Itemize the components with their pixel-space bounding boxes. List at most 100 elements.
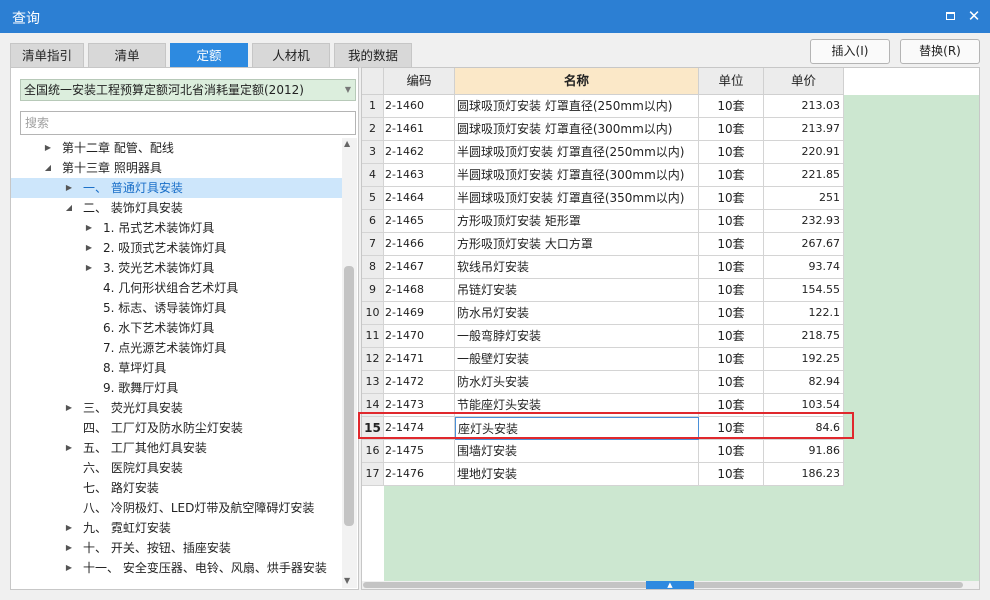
name-cell[interactable]: 一般壁灯安装	[455, 348, 699, 371]
expanded-arrow-icon[interactable]: ◢	[43, 158, 53, 178]
code-cell[interactable]: 2-1475	[384, 440, 455, 463]
row-number[interactable]: 13	[362, 371, 384, 394]
tree-item[interactable]: 6. 水下艺术装饰灯具	[11, 318, 342, 338]
row-number[interactable]: 9	[362, 279, 384, 302]
unit-cell[interactable]: 10套	[699, 118, 764, 141]
price-cell[interactable]: 232.93	[764, 210, 844, 233]
unit-cell[interactable]: 10套	[699, 187, 764, 210]
unit-cell[interactable]: 10套	[699, 371, 764, 394]
unit-cell[interactable]: 10套	[699, 256, 764, 279]
name-cell[interactable]: 半圆球吸顶灯安装 灯罩直径(250mm以内)	[455, 141, 699, 164]
header-unit[interactable]: 单位	[699, 68, 764, 95]
name-cell[interactable]: 埋地灯安装	[455, 463, 699, 486]
name-cell[interactable]: 半圆球吸顶灯安装 灯罩直径(350mm以内)	[455, 187, 699, 210]
collapsed-arrow-icon[interactable]: ▶	[64, 518, 74, 538]
name-cell[interactable]: 圆球吸顶灯安装 灯罩直径(300mm以内)	[455, 118, 699, 141]
code-cell[interactable]: 2-1461	[384, 118, 455, 141]
table-row[interactable]: 1 2-1460 圆球吸顶灯安装 灯罩直径(250mm以内) 10套 213.03	[362, 95, 844, 118]
search-input[interactable]: 搜索	[20, 111, 356, 135]
library-select[interactable]: 全国统一安装工程预算定额河北省消耗量定额(2012) ▼	[20, 79, 356, 101]
code-cell[interactable]: 2-1468	[384, 279, 455, 302]
code-cell[interactable]: 2-1470	[384, 325, 455, 348]
tree-item[interactable]: ▶ 九、 霓虹灯安装	[11, 518, 342, 538]
row-number[interactable]: 7	[362, 233, 384, 256]
name-cell[interactable]: 吊链灯安装	[455, 279, 699, 302]
name-cell[interactable]: 一般弯脖灯安装	[455, 325, 699, 348]
table-row[interactable]: 5 2-1464 半圆球吸顶灯安装 灯罩直径(350mm以内) 10套 251	[362, 187, 844, 210]
collapsed-arrow-icon[interactable]: ▶	[84, 258, 94, 278]
tree-item[interactable]: 7. 点光源艺术装饰灯具	[11, 338, 342, 358]
name-cell[interactable]: 软线吊灯安装	[455, 256, 699, 279]
row-number[interactable]: 3	[362, 141, 384, 164]
tab-list[interactable]: 清单	[88, 43, 166, 68]
unit-cell[interactable]: 10套	[699, 233, 764, 256]
table-row[interactable]: 2 2-1461 圆球吸顶灯安装 灯罩直径(300mm以内) 10套 213.97	[362, 118, 844, 141]
price-cell[interactable]: 186.23	[764, 463, 844, 486]
row-number[interactable]: 1	[362, 95, 384, 118]
scrollbar-thumb[interactable]	[344, 266, 354, 526]
collapse-toggle-icon[interactable]: ▲	[646, 581, 694, 589]
unit-cell[interactable]: 10套	[699, 325, 764, 348]
collapsed-arrow-icon[interactable]: ▶	[64, 178, 74, 198]
collapsed-arrow-icon[interactable]: ▶	[43, 138, 53, 158]
price-cell[interactable]: 91.86	[764, 440, 844, 463]
name-cell[interactable]: 围墙灯安装	[455, 440, 699, 463]
tree-item[interactable]: ▶ 3. 荧光艺术装饰灯具	[11, 258, 342, 278]
scroll-up-icon[interactable]: ▲	[344, 139, 350, 148]
name-cell[interactable]: 方形吸顶灯安装 矩形罩	[455, 210, 699, 233]
tree-item[interactable]: 8. 草坪灯具	[11, 358, 342, 378]
insert-button[interactable]: 插入(I)	[810, 39, 890, 64]
collapsed-arrow-icon[interactable]: ▶	[64, 398, 74, 418]
price-cell[interactable]: 82.94	[764, 371, 844, 394]
replace-button[interactable]: 替换(R)	[900, 39, 980, 64]
collapsed-arrow-icon[interactable]: ▶	[84, 218, 94, 238]
tree-item[interactable]: ▶ 十一、 安全变压器、电铃、风扇、烘手器安装	[11, 558, 342, 578]
price-cell[interactable]: 221.85	[764, 164, 844, 187]
table-row[interactable]: 12 2-1471 一般壁灯安装 10套 192.25	[362, 348, 844, 371]
table-row[interactable]: 8 2-1467 软线吊灯安装 10套 93.74	[362, 256, 844, 279]
row-number[interactable]: 4	[362, 164, 384, 187]
table-horizontal-scrollbar[interactable]: ▲	[362, 581, 979, 589]
maximize-button[interactable]	[942, 8, 958, 24]
unit-cell[interactable]: 10套	[699, 141, 764, 164]
header-code[interactable]: 编码	[384, 68, 455, 95]
tree-item[interactable]: ▶ 五、 工厂其他灯具安装	[11, 438, 342, 458]
tree-item[interactable]: ◢ 第十三章 照明器具	[11, 158, 342, 178]
tab-labor-material[interactable]: 人材机	[252, 43, 330, 68]
unit-cell[interactable]: 10套	[699, 279, 764, 302]
tree-item[interactable]: 4. 几何形状组合艺术灯具	[11, 278, 342, 298]
unit-cell[interactable]: 10套	[699, 348, 764, 371]
row-number[interactable]: 6	[362, 210, 384, 233]
scroll-down-icon[interactable]: ▼	[344, 576, 350, 585]
name-cell[interactable]: 圆球吸顶灯安装 灯罩直径(250mm以内)	[455, 95, 699, 118]
code-cell[interactable]: 2-1465	[384, 210, 455, 233]
price-cell[interactable]: 93.74	[764, 256, 844, 279]
code-cell[interactable]: 2-1467	[384, 256, 455, 279]
tree-item[interactable]: ▶ 十、 开关、按钮、插座安装	[11, 538, 342, 558]
header-price[interactable]: 单价	[764, 68, 844, 95]
row-number[interactable]: 12	[362, 348, 384, 371]
tree-item[interactable]: 八、 冷阴极灯、LED灯带及航空障碍灯安装	[11, 498, 342, 518]
code-cell[interactable]: 2-1476	[384, 463, 455, 486]
code-cell[interactable]: 2-1464	[384, 187, 455, 210]
unit-cell[interactable]: 10套	[699, 164, 764, 187]
row-number[interactable]: 11	[362, 325, 384, 348]
tree-item[interactable]: 六、 医院灯具安装	[11, 458, 342, 478]
price-cell[interactable]: 213.97	[764, 118, 844, 141]
row-number[interactable]: 16	[362, 440, 384, 463]
collapsed-arrow-icon[interactable]: ▶	[64, 538, 74, 558]
price-cell[interactable]: 220.91	[764, 141, 844, 164]
collapsed-arrow-icon[interactable]: ▶	[84, 238, 94, 258]
table-row[interactable]: 4 2-1463 半圆球吸顶灯安装 灯罩直径(300mm以内) 10套 221.85	[362, 164, 844, 187]
tree-item[interactable]: ▶ 一、 普通灯具安装	[11, 178, 342, 198]
code-cell[interactable]: 2-1466	[384, 233, 455, 256]
unit-cell[interactable]: 10套	[699, 440, 764, 463]
tree-item[interactable]: ▶ 1. 吊式艺术装饰灯具	[11, 218, 342, 238]
price-cell[interactable]: 267.67	[764, 233, 844, 256]
tree-item[interactable]: ▶ 2. 吸顶式艺术装饰灯具	[11, 238, 342, 258]
close-button[interactable]: ✕	[966, 8, 982, 24]
collapsed-arrow-icon[interactable]: ▶	[64, 558, 74, 578]
expanded-arrow-icon[interactable]: ◢	[64, 198, 74, 218]
code-cell[interactable]: 2-1469	[384, 302, 455, 325]
tree-item[interactable]: 七、 路灯安装	[11, 478, 342, 498]
